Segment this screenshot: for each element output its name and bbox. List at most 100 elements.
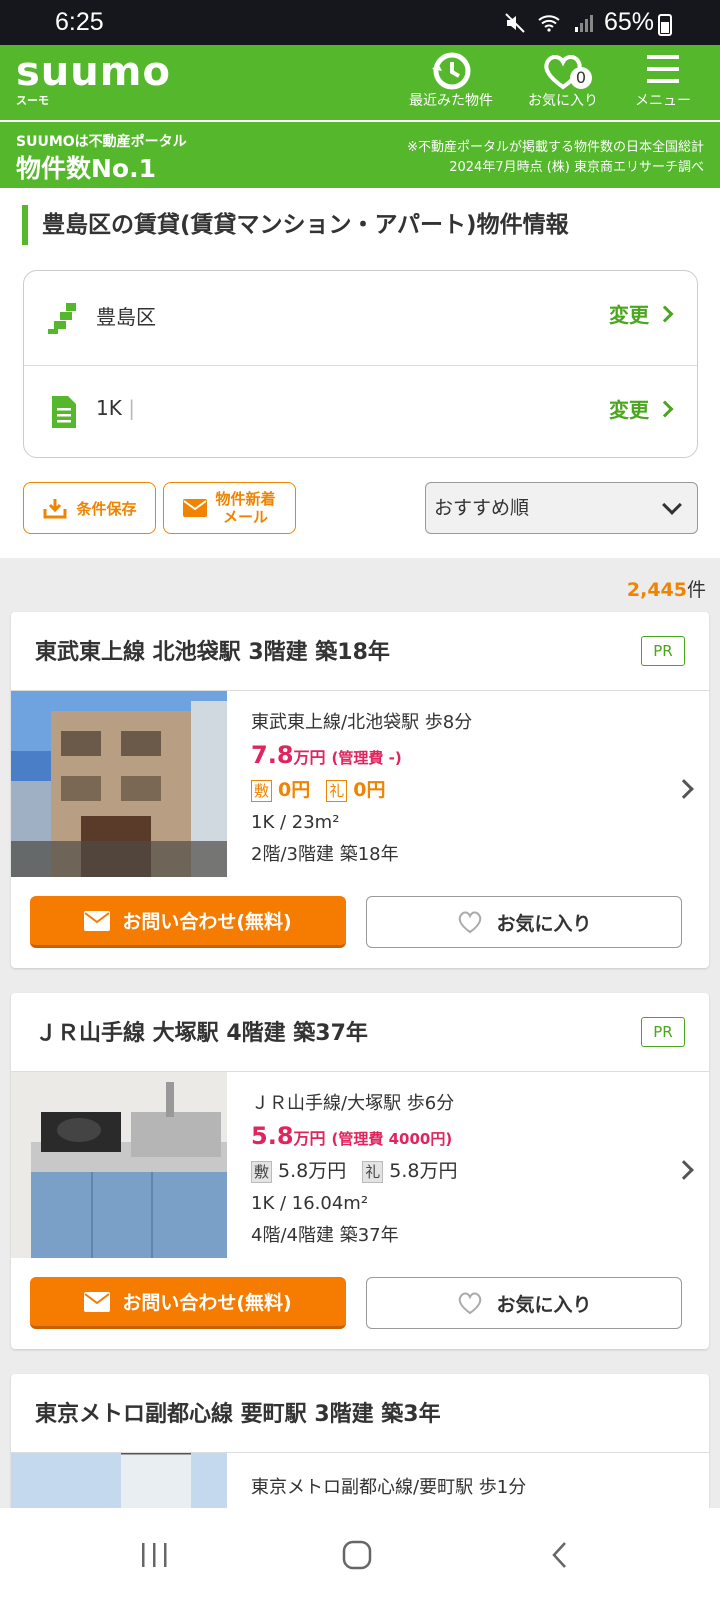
listing-photo[interactable] [11,691,227,877]
inquiry-label: お問い合わせ(無料) [122,911,292,933]
listing-title[interactable]: ＪＲ山手線 大塚駅 4階建 築37年 [35,1015,368,1047]
battery-percent: 65% [603,8,654,36]
recent-viewed-label: 最近みた物件 [409,93,493,109]
rent-unit: 万円 [293,748,326,767]
menu-button[interactable]: メニュー [608,45,718,120]
favorites-count-badge: 0 [570,67,592,89]
banner-line1: SUUMOは不動産ポータル [16,134,187,150]
menu-label: メニュー [635,93,691,109]
condition-layout-row[interactable]: 1K | 変更 [24,365,697,459]
home-icon[interactable] [340,1538,374,1572]
favorite-button[interactable]: お気に入り [366,1277,682,1329]
signal-icon [574,14,593,32]
favorites-button[interactable]: 0 お気に入り [508,45,618,120]
banner-note2: 2024年7月時点 (株) 東京商エリサーチ調べ [449,160,704,175]
suumo-logo[interactable]: suumo スーモ [16,48,171,108]
layout-text: 1K [96,396,122,420]
sort-select[interactable]: おすすめ順 [425,482,698,534]
listing-access: 東京メトロ副都心線/要町駅 歩1分 [251,1477,527,1498]
logo-text: suumo [16,49,171,95]
rent-amount: 7.8 [251,741,294,769]
listing-layout: 1K / 23m² [251,812,340,833]
chevron-right-icon[interactable] [674,779,694,799]
sort-value: おすすめ順 [434,497,530,519]
mail-label-line2: メール [222,508,268,526]
wifi-icon [538,14,560,32]
kitchen-photo [11,1072,227,1258]
deposit-key-row: 敷 0円礼 0円 [251,774,472,807]
chevron-right-icon [656,305,674,323]
listing-layout: 1K / 16.04m² [251,1193,369,1214]
building-photo [11,691,227,877]
back-icon[interactable] [548,1540,572,1570]
key-money-value: 5.8万円 [389,1160,458,1182]
deposit-tag: 敷 [251,1161,273,1183]
battery-icon [658,14,672,36]
mail-label: 物件新着 メール [215,490,275,526]
heart-icon [459,911,482,934]
mail-label-line1: 物件新着 [215,490,276,508]
key-money-tag: 礼 [326,780,348,802]
recent-apps-icon[interactable] [138,1540,172,1570]
listing-info: 東京メトロ副都心線/要町駅 歩1分 [251,1472,526,1504]
key-money-value: 0円 [353,779,386,801]
result-count-unit: 件 [686,579,706,601]
listing-info: 東武東上線/北池袋駅 歩8分 7.8万円 (管理費 -) 敷 0円礼 0円 1K / … [251,707,472,871]
listing-rent: 7.8万円 (管理費 -) [251,739,472,774]
app-header: suumo スーモ 最近みた物件 0 お気に入り メニュー [0,45,720,120]
listing-title[interactable]: 東武東上線 北池袋駅 3階建 築18年 [35,634,390,666]
deposit-value: 0円 [278,779,311,801]
listing-title[interactable]: 東京メトロ副都心線 要町駅 3階建 築3年 [35,1396,441,1428]
download-icon [43,499,67,519]
inquiry-button[interactable]: お問い合わせ(無料) [30,1277,346,1329]
key-money-tag: 礼 [362,1161,384,1183]
heart-icon [459,1292,482,1315]
listing-card[interactable]: 東武東上線 北池袋駅 3階建 築18年 PR 東武東上線/北池袋駅 歩8分 7.… [11,612,709,968]
save-conditions-button[interactable]: 条件保存 [23,482,156,534]
condition-layout-value: 1K | [96,396,135,420]
listing-card[interactable]: ＪＲ山手線 大塚駅 4階建 築37年 PR ＪＲ山手線/大塚駅 歩6分 5.8万… [11,993,709,1349]
document-icon [52,396,76,428]
result-count: 2,445件 [627,575,706,602]
favorite-button[interactable]: お気に入り [366,896,682,948]
listing-card[interactable]: 東京メトロ副都心線 要町駅 3階建 築3年 東京メトロ副都心線/要町駅 歩1分 [11,1374,709,1508]
inquiry-button[interactable]: お問い合わせ(無料) [30,896,346,948]
deposit-key-row: 敷 5.8万円礼 5.8万円 [251,1155,473,1188]
favorite-label: お気に入り [496,1293,592,1316]
condition-area-row[interactable]: 豊島区 変更 [24,271,697,365]
building-photo [11,1453,227,1508]
menu-icon [647,55,679,83]
deposit-value: 5.8万円 [278,1160,347,1182]
listing-access: 東武東上線/北池袋駅 歩8分 [251,712,473,733]
deposit-tag: 敷 [251,780,273,802]
favorite-label: お気に入り [496,912,592,935]
status-icons: 65% [502,8,654,37]
mute-icon [505,12,525,33]
rent-amount: 5.8 [251,1122,294,1150]
mail-icon [84,1291,111,1312]
status-time: 6:25 [55,8,104,36]
recent-viewed-button[interactable]: 最近みた物件 [396,45,506,120]
new-listing-mail-button[interactable]: 物件新着 メール [163,482,296,534]
history-icon [432,52,471,90]
mail-icon [84,910,111,931]
favorites-label: お気に入り [528,93,598,109]
rent-unit: 万円 [293,1129,326,1148]
status-bar: 6:25 65% [0,0,720,45]
listing-photo[interactable] [11,1072,227,1258]
management-fee: (管理費 -) [331,749,402,767]
area-icon [48,303,76,334]
system-nav-bar [0,1508,720,1600]
page-title: 豊島区の賃貸(賃貸マンション・アパート)物件情報 [22,205,702,245]
change-label: 変更 [609,398,649,422]
listing-photo[interactable] [11,1453,227,1508]
chevron-right-icon[interactable] [674,1160,694,1180]
pr-badge: PR [641,1017,685,1047]
search-conditions: 豊島区 変更 1K | 変更 [23,270,698,458]
change-layout-link[interactable]: 変更 [609,394,674,423]
management-fee: (管理費 4000円) [331,1130,453,1148]
listing-info: ＪＲ山手線/大塚駅 歩6分 5.8万円 (管理費 4000円) 敷 5.8万円礼 5.… [251,1088,473,1252]
mail-icon [183,499,208,517]
change-area-link[interactable]: 変更 [609,299,674,328]
listing-floor: 4階/4階建 築37年 [251,1225,399,1246]
